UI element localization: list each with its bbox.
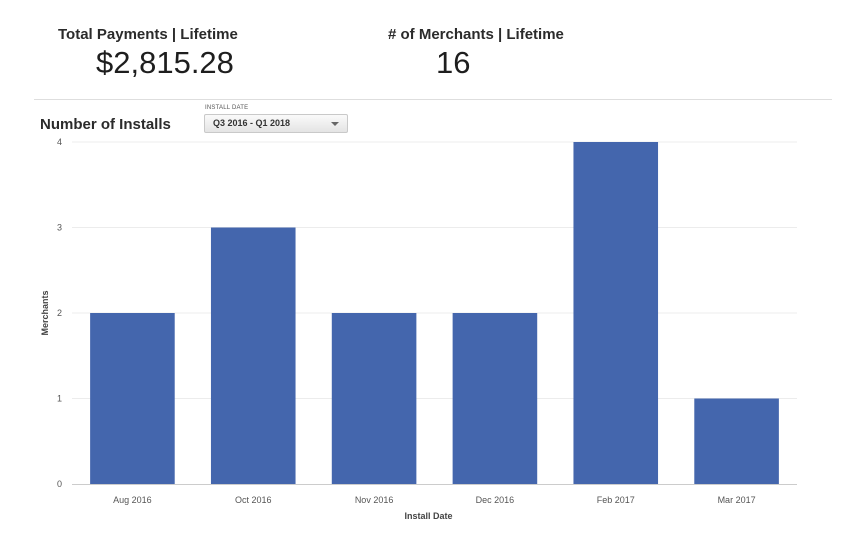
bar-oct-2016 — [210, 227, 296, 484]
y-tick-label: 3 — [57, 223, 62, 233]
bar-feb-2017 — [573, 142, 659, 484]
dashboard: Total Payments | Lifetime $2,815.28 # of… — [0, 0, 864, 552]
bar-nov-2016 — [331, 313, 417, 484]
installs-bar-chart: 0 1 2 3 4 Aug 2016 Oct 2016 Nov 2016 Dec 2016 Feb… — [40, 137, 797, 521]
y-tick-label: 0 — [57, 479, 62, 489]
bar-aug-2016 — [90, 313, 175, 484]
x-tick-label: Oct 2016 — [235, 495, 272, 505]
x-tick-label: Dec 2016 — [476, 495, 515, 505]
x-tick-label: Mar 2017 — [718, 495, 756, 505]
y-axis-title: Merchants — [40, 290, 50, 335]
x-tick-label: Nov 2016 — [355, 495, 394, 505]
x-tick-label: Feb 2017 — [597, 495, 635, 505]
y-tick-label: 1 — [57, 394, 62, 404]
bar-dec-2016 — [452, 313, 538, 484]
y-tick-label: 4 — [57, 137, 62, 147]
bar-mar-2017 — [694, 398, 779, 484]
x-axis-title: Install Date — [404, 511, 452, 521]
x-tick-label: Aug 2016 — [113, 495, 152, 505]
y-tick-label: 2 — [57, 308, 62, 318]
